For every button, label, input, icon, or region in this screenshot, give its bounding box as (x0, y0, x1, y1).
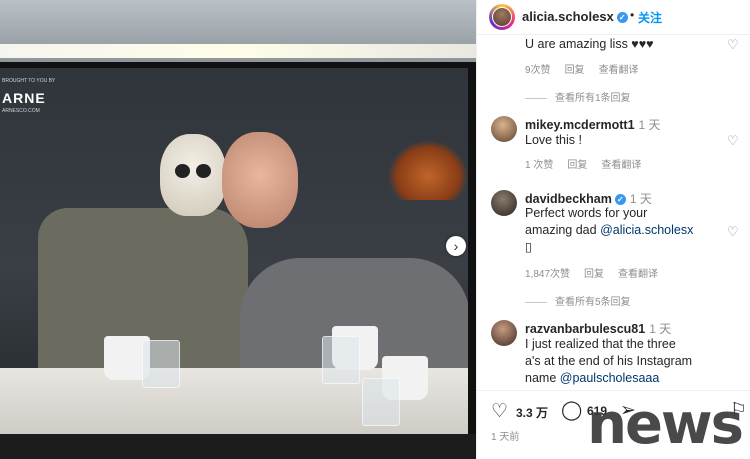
avatar[interactable] (489, 4, 515, 30)
comment-time: 1 天 (629, 192, 652, 206)
comment-text: Perfect words for your amazing dad @alic… (525, 205, 693, 256)
mention-link[interactable]: @alicia.scholesx (600, 223, 693, 237)
tv-screen: BROUGHT TO YOU BY ARNE ARNESCO.COM (0, 68, 468, 434)
likes-count[interactable]: 3.3 万 (516, 404, 548, 421)
avatar[interactable] (491, 320, 517, 346)
translate-button[interactable]: 查看翻译 (618, 269, 658, 280)
translate-button[interactable]: 查看翻译 (599, 65, 639, 76)
heart-icon[interactable]: ♡ (491, 400, 508, 423)
tv-stand (0, 434, 476, 459)
comment-text: U are amazing liss ♥♥♥ (525, 37, 654, 51)
separator-dot: • (630, 8, 635, 22)
post-time: 1 天前 (491, 432, 520, 443)
ceiling-light (0, 44, 476, 58)
avatar[interactable] (491, 116, 517, 142)
glass (362, 378, 400, 426)
comment-meta: 9次赞 回复 查看翻译 (525, 61, 653, 76)
verified-badge-icon: ✓ (616, 12, 628, 24)
comment-author[interactable]: razvanbarbulescu81 1 天 (525, 320, 671, 337)
comment-author-name[interactable]: razvanbarbulescu81 (525, 322, 645, 336)
follow-button[interactable]: 关注 (638, 9, 662, 26)
mention-link[interactable]: @paulscholesaaa (560, 371, 660, 385)
comment-meta: 1,847次赞 回复 查看翻译 (525, 265, 672, 280)
comment-line: ▯ (525, 240, 532, 254)
pumpkin-decor (388, 140, 468, 200)
view-replies[interactable]: 查看所有5条回复 (525, 293, 631, 308)
view-replies[interactable]: 查看所有1条回复 (525, 89, 631, 104)
watermark-logo: news (587, 392, 744, 457)
brand-logo: ARNE (2, 90, 46, 106)
verified-badge-icon: ✓ (614, 194, 626, 206)
comment-icon[interactable]: ◯ (561, 399, 582, 422)
comment-text: Love this ! (525, 133, 582, 147)
post-author[interactable]: alicia.scholesx ✓ (522, 9, 628, 24)
comment-line: amazing dad @alicia.scholesx (525, 222, 693, 239)
like-count[interactable]: 1,847次赞 (525, 269, 570, 280)
glass (142, 340, 180, 388)
heart-icon[interactable]: ♡ (727, 224, 739, 240)
comment-text: I just realized that the three a's at th… (525, 336, 692, 387)
view-replies-label[interactable]: 查看所有1条回复 (555, 93, 631, 104)
reply-button[interactable]: 回复 (584, 269, 604, 280)
chevron-right-icon: › (453, 238, 459, 254)
comment-line: a's at the end of his Instagram (525, 354, 693, 368)
next-photo-button[interactable]: › (446, 236, 466, 256)
author-name[interactable]: alicia.scholesx (522, 9, 614, 24)
reply-button[interactable]: 回复 (567, 160, 587, 171)
comment-time: 1 天 (649, 322, 672, 336)
post-photo[interactable]: BROUGHT TO YOU BY ARNE ARNESCO.COM › (0, 0, 476, 459)
comment-line-text: name (525, 371, 560, 385)
like-count[interactable]: 1 次赞 (525, 160, 553, 171)
brand-sub: BROUGHT TO YOU BY (2, 78, 56, 84)
post-sidebar: alicia.scholesx ✓ • 关注 U are amazing liss… (476, 0, 750, 459)
comment-author-name[interactable]: davidbeckham (525, 192, 612, 206)
heart-icon[interactable]: ♡ (727, 37, 739, 53)
comment-line-text: amazing dad (525, 223, 601, 237)
comment-line: I just realized that the three (525, 337, 676, 351)
view-replies-label[interactable]: 查看所有5条回复 (555, 297, 631, 308)
avatar[interactable] (491, 190, 517, 216)
man-head (222, 132, 298, 228)
comment-time: 1 天 (638, 118, 661, 132)
comment-author-name[interactable]: mikey.mcdermott1 (525, 118, 635, 132)
comment-meta: 1 次赞 回复 查看翻译 (525, 156, 655, 171)
comment-line: name @paulscholesaaa (525, 370, 692, 387)
post-header: alicia.scholesx ✓ • 关注 (477, 0, 750, 35)
glass (322, 336, 360, 384)
translate-button[interactable]: 查看翻译 (601, 160, 641, 171)
heart-icon[interactable]: ♡ (727, 133, 739, 149)
brand-url: ARNESCO.COM (2, 108, 40, 114)
skull (160, 134, 226, 216)
comment-author[interactable]: mikey.mcdermott1 1 天 (525, 116, 661, 133)
comment-line: Perfect words for your (525, 206, 648, 220)
like-count[interactable]: 9次赞 (525, 65, 551, 76)
reply-button[interactable]: 回复 (565, 65, 585, 76)
